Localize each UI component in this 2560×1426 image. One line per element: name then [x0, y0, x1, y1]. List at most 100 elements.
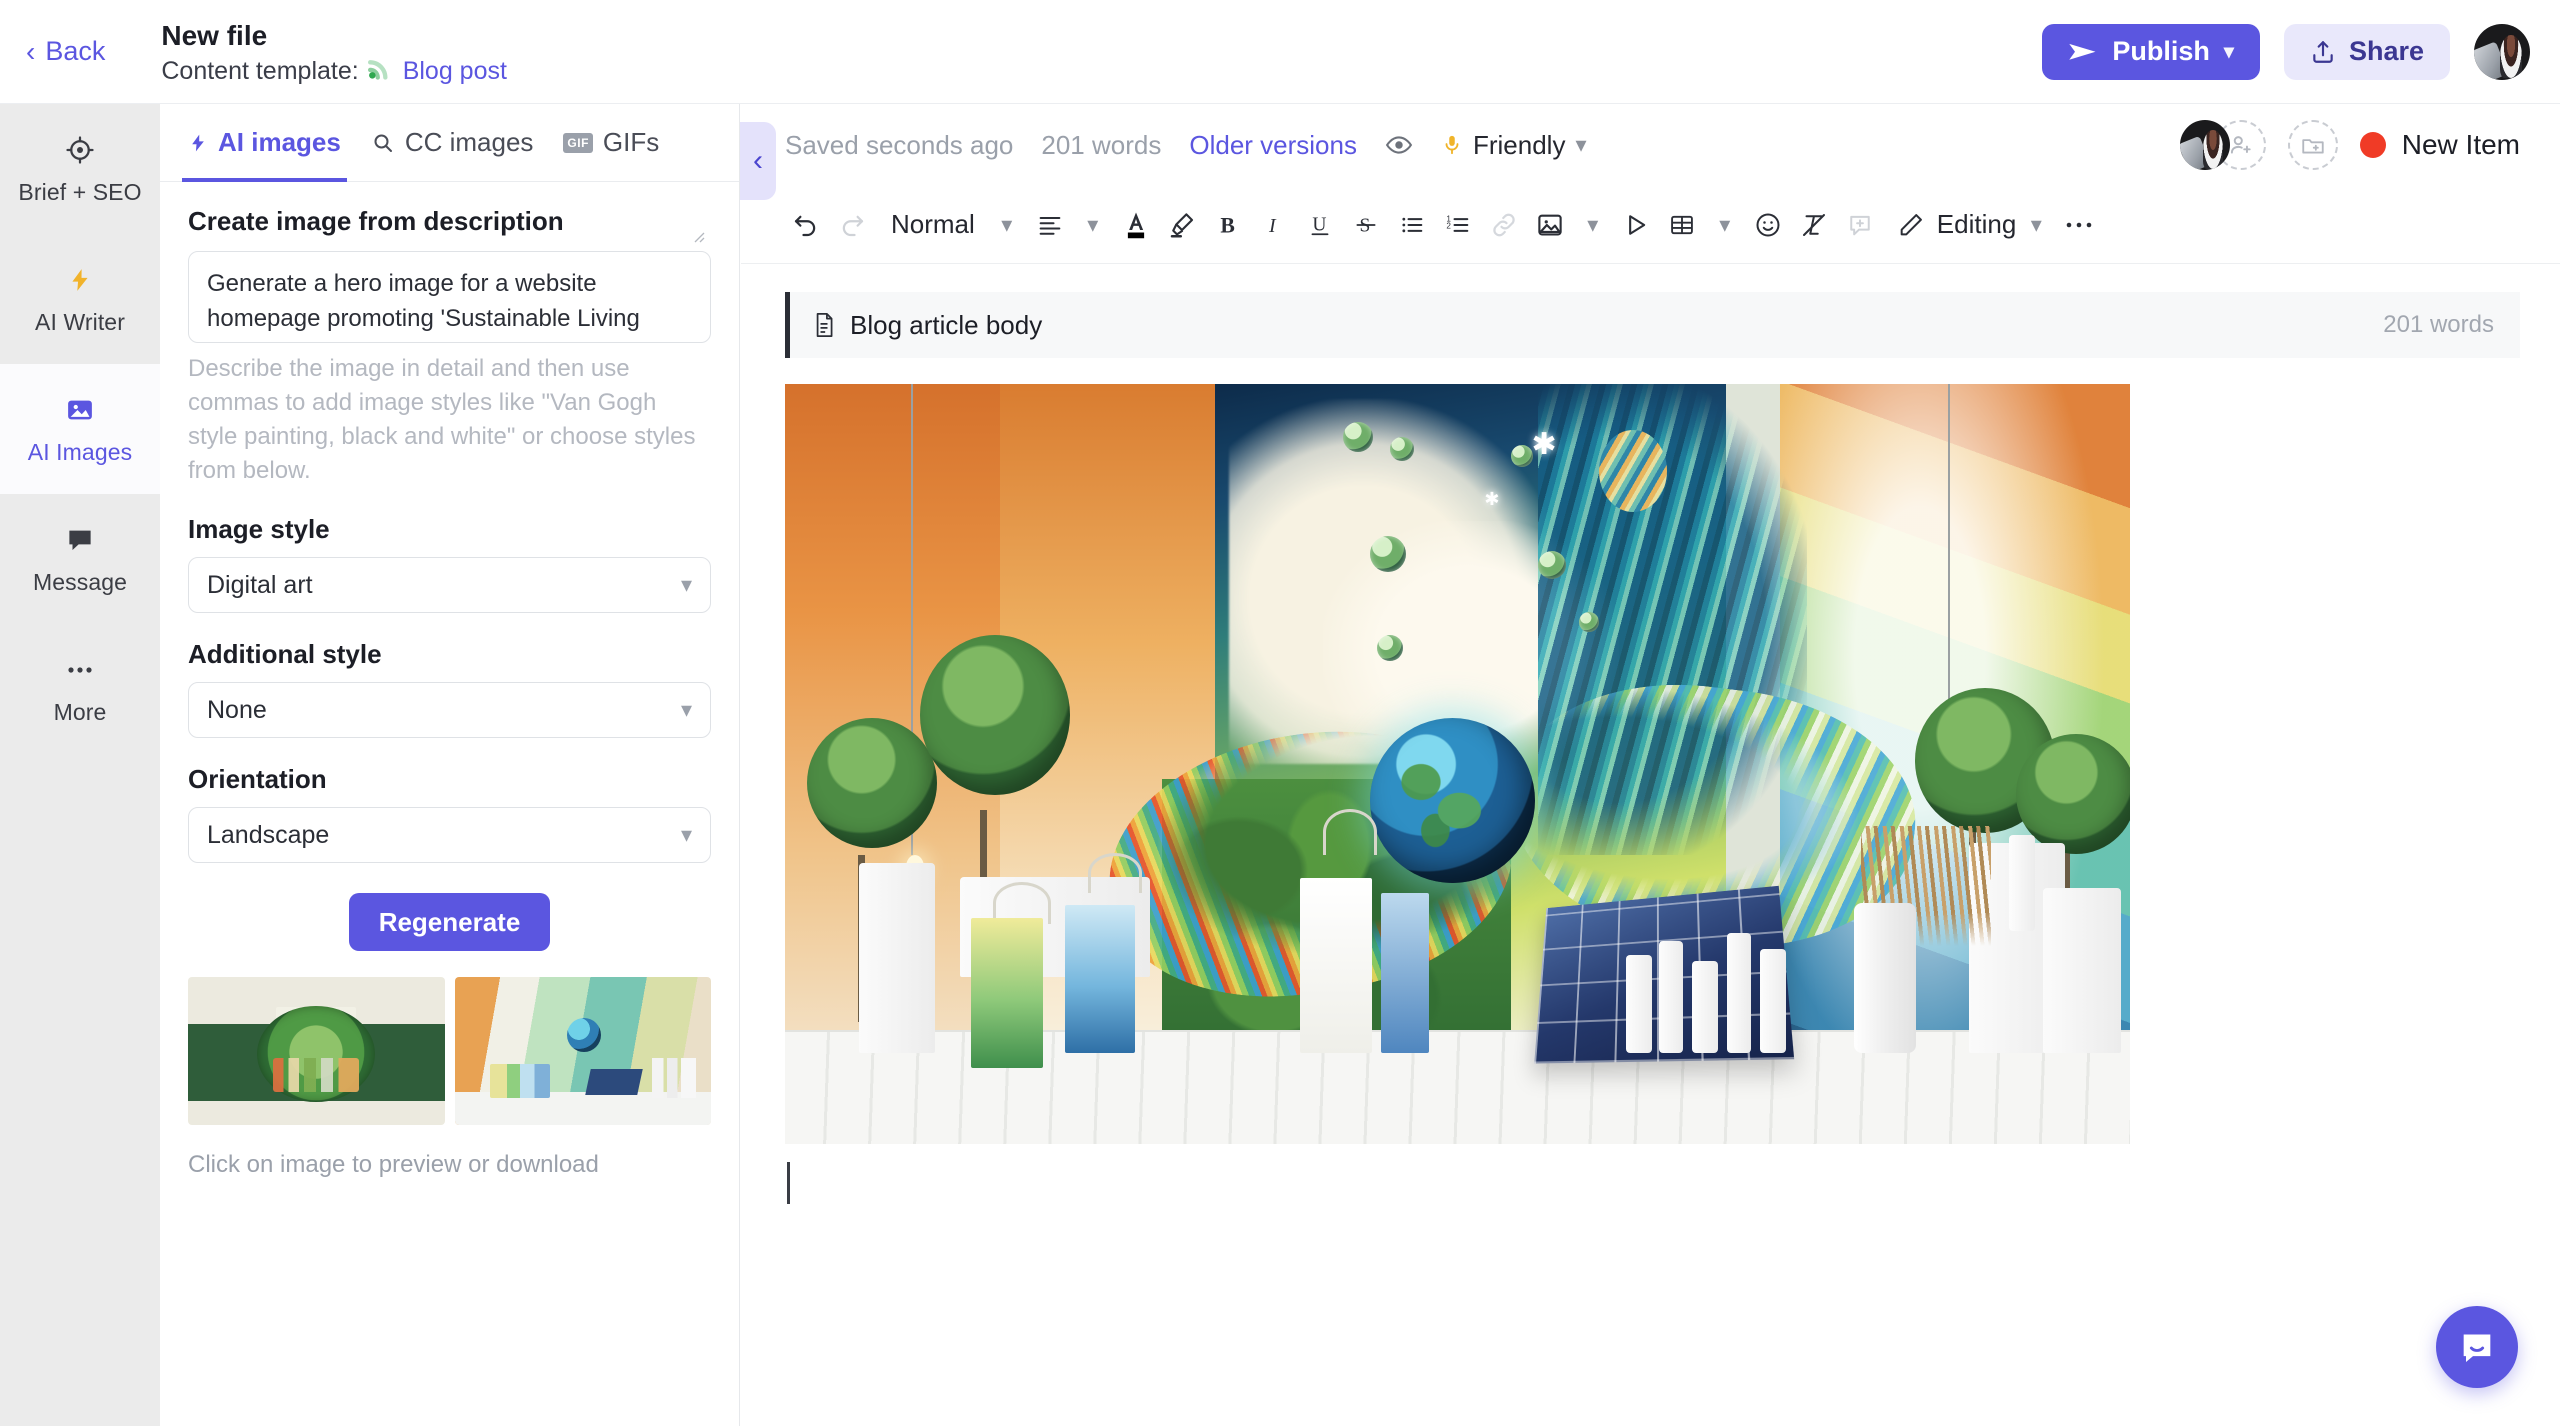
tab-label: CC images: [404, 127, 534, 157]
hero-paper-bag: [1380, 892, 1429, 1053]
emoji-icon[interactable]: [1745, 196, 1791, 254]
thumbnail-item[interactable]: [188, 977, 445, 1125]
chat-icon: [65, 523, 95, 557]
svg-text:B: B: [1220, 213, 1234, 237]
image-prompt-input[interactable]: [188, 251, 711, 343]
italic-button[interactable]: I: [1251, 196, 1297, 254]
document-icon: [812, 311, 836, 339]
eye-icon[interactable]: [1385, 131, 1413, 159]
microphone-icon: [1441, 131, 1463, 159]
redo-icon[interactable]: [829, 196, 875, 254]
additional-style-select[interactable]: None ▾: [188, 682, 711, 738]
sidebar-item-message[interactable]: Message: [0, 494, 160, 624]
generated-thumbnails: [188, 977, 711, 1125]
chevron-down-icon[interactable]: ▾: [2016, 196, 2056, 254]
share-upload-icon: [2310, 39, 2336, 65]
orientation-value: Landscape: [207, 820, 330, 849]
text-color-icon[interactable]: [1113, 196, 1159, 254]
hero-bubble: [1376, 634, 1403, 661]
regenerate-button[interactable]: Regenerate: [348, 893, 551, 951]
link-icon[interactable]: [1481, 196, 1527, 254]
header-actions: Publish ▾ Share: [2042, 23, 2530, 80]
svg-text:I: I: [1268, 215, 1277, 237]
sidebar-item-label: Message: [32, 568, 128, 595]
page-title: New file: [161, 19, 268, 51]
orientation-select[interactable]: Landscape ▾: [188, 807, 711, 863]
chevron-down-icon: ▾: [1575, 132, 1587, 157]
editing-mode-button[interactable]: Editing: [1883, 209, 2016, 240]
older-versions-link[interactable]: Older versions: [1189, 130, 1357, 161]
chevron-left-icon: ‹: [26, 35, 36, 67]
app-header: ‹ Back New file Content template: Blog p…: [0, 0, 2560, 104]
block-style-select[interactable]: Normal: [875, 196, 987, 254]
user-avatar[interactable]: [2474, 23, 2530, 80]
image-style-select[interactable]: Digital art ▾: [188, 557, 711, 613]
play-icon[interactable]: [1613, 196, 1659, 254]
ellipsis-icon[interactable]: [2056, 196, 2102, 254]
sidebar-item-label: Brief + SEO: [18, 178, 142, 205]
strikethrough-button[interactable]: S: [1343, 196, 1389, 254]
share-button[interactable]: Share: [2283, 23, 2450, 80]
collaborator-avatar[interactable]: [2179, 120, 2230, 170]
image-icon[interactable]: [1527, 196, 1573, 254]
editor-toolbar: Normal ▾ ▾ B I U S 1 2 ▾ ▾ Editing ▾: [741, 186, 2560, 264]
prompt-hint: Describe the image in detail and then us…: [188, 355, 696, 484]
hero-image[interactable]: ✱ ✱: [785, 384, 2130, 1144]
chevron-down-icon[interactable]: ▾: [1073, 196, 1113, 254]
chevron-left-icon: ‹: [753, 144, 763, 177]
section-title: Blog article body: [850, 309, 1043, 340]
bold-button[interactable]: B: [1205, 196, 1251, 254]
table-icon[interactable]: [1659, 196, 1705, 254]
lightning-icon: [188, 131, 208, 155]
tab-ai-images[interactable]: AI images: [182, 104, 347, 182]
chevron-down-icon[interactable]: ▾: [1573, 196, 1613, 254]
thumb-products: [273, 1058, 360, 1093]
underline-button[interactable]: U: [1297, 196, 1343, 254]
tab-label: GIFs: [602, 127, 660, 157]
hero-paper-bag: [1300, 877, 1373, 1053]
svg-text:U: U: [1312, 214, 1326, 235]
highlighter-icon[interactable]: [1159, 196, 1205, 254]
hero-earth-continents: [1384, 748, 1505, 859]
publish-label: Publish: [2112, 36, 2210, 66]
chevron-down-icon: ▾: [680, 697, 692, 722]
target-icon: [65, 133, 95, 167]
thumbnail-item[interactable]: [454, 977, 711, 1125]
add-comment-icon[interactable]: [1837, 196, 1883, 254]
hero-skincare-bottle: [1760, 948, 1787, 1053]
left-icon-rail: Brief + SEO AI Writer AI Images Message …: [0, 104, 160, 1426]
tone-of-voice-selector[interactable]: Friendly ▾: [1441, 130, 1587, 161]
hero-skincare-bottle: [1659, 940, 1684, 1053]
new-item-button[interactable]: New Item: [2359, 129, 2520, 161]
sidebar-item-ai-writer[interactable]: AI Writer: [0, 234, 160, 364]
hero-reusable-bag: [970, 918, 1043, 1068]
back-button[interactable]: ‹ Back: [26, 36, 105, 67]
chevron-down-icon[interactable]: ▾: [1705, 196, 1745, 254]
hero-image-wrap: ✱ ✱: [785, 358, 2520, 1204]
hero-bubble: [1511, 444, 1534, 467]
numbered-list-icon[interactable]: 1 2: [1435, 196, 1481, 254]
chevron-down-icon: ▾: [680, 822, 692, 847]
section-header: Blog article body 201 words: [785, 292, 2520, 358]
collapse-panel-button[interactable]: ‹: [740, 122, 776, 200]
sidebar-item-more[interactable]: More: [0, 624, 160, 754]
add-folder-icon[interactable]: [2287, 120, 2338, 170]
sidebar-item-ai-images[interactable]: AI Images: [0, 364, 160, 494]
undo-icon[interactable]: [783, 196, 829, 254]
ai-images-panel: ‹ AI images CC images GIF GIFs Create im…: [160, 104, 776, 1426]
image-style-value: Digital art: [207, 570, 313, 599]
content-template-label: Content template:: [161, 56, 359, 85]
chevron-down-icon[interactable]: ▾: [987, 196, 1027, 254]
ellipsis-icon: [65, 653, 95, 687]
publish-button[interactable]: Publish ▾: [2042, 23, 2260, 80]
thumb-jars: [651, 1058, 696, 1099]
content-template-name[interactable]: Blog post: [403, 57, 507, 86]
hero-sparkle-icon: ✱: [1484, 489, 1500, 510]
sidebar-item-brief-seo[interactable]: Brief + SEO: [0, 104, 160, 234]
chat-bubble-icon[interactable]: [2436, 1306, 2518, 1388]
bullet-list-icon[interactable]: [1389, 196, 1435, 254]
tab-cc-images[interactable]: CC images: [371, 104, 534, 182]
tab-gifs[interactable]: GIF GIFs: [563, 104, 659, 182]
clear-format-icon[interactable]: [1791, 196, 1837, 254]
align-left-icon[interactable]: [1027, 196, 1073, 254]
